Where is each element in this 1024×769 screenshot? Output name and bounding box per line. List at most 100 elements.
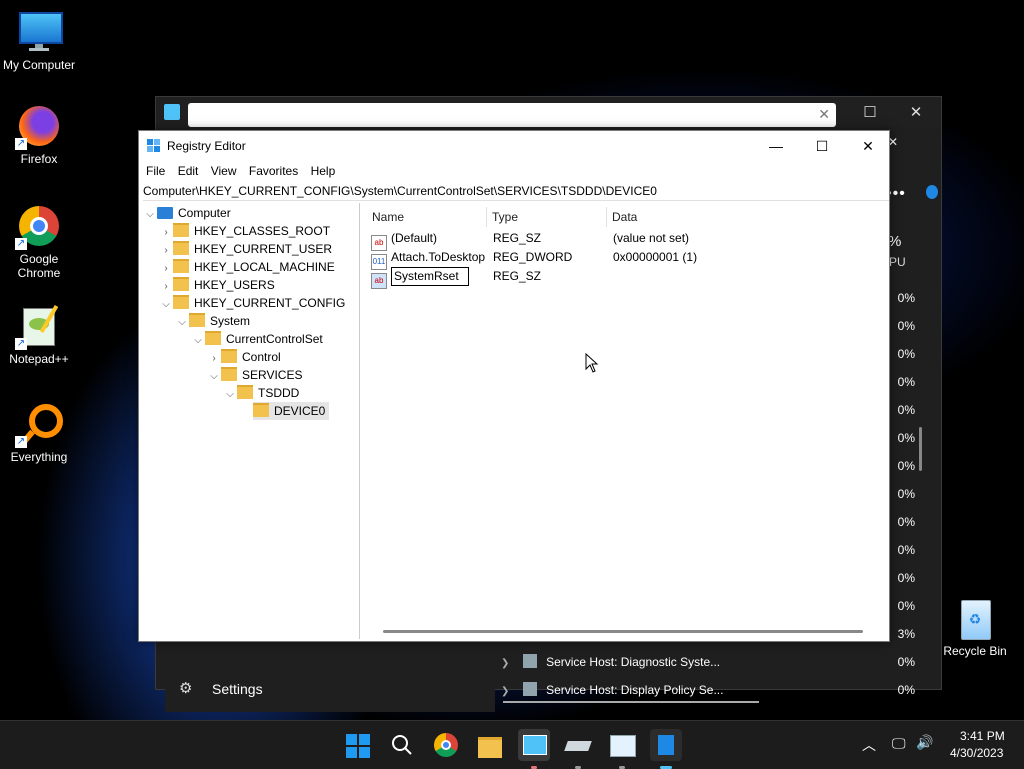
desktop-icon-everything[interactable]: ↗ Everything bbox=[0, 402, 78, 464]
desktop-icon-chrome[interactable]: ↗ Google Chrome bbox=[0, 204, 78, 280]
process-row[interactable]: ❯ Service Host: Diagnostic Syste... bbox=[501, 650, 801, 674]
performance-monitor-icon[interactable] bbox=[606, 729, 638, 769]
settings-nav-item[interactable]: ⚙ Settings bbox=[165, 672, 495, 712]
cpu-column-label: PU bbox=[889, 255, 906, 269]
file-explorer-icon[interactable] bbox=[474, 729, 506, 761]
process-row[interactable]: ❯ Service Host: Display Policy Se... bbox=[501, 678, 801, 702]
tree-node-hku[interactable]: › HKEY_USERS bbox=[159, 276, 275, 294]
gear-icon: ⚙ bbox=[179, 680, 193, 697]
chevron-down-icon[interactable]: ⌵ bbox=[175, 314, 189, 332]
chevron-down-icon[interactable]: ⌵ bbox=[207, 368, 221, 386]
search-input[interactable]: ✕ bbox=[188, 103, 836, 127]
desktop-icon-my-computer[interactable]: My Computer bbox=[0, 10, 78, 72]
desktop-icon-firefox[interactable]: ↗ Firefox bbox=[0, 104, 78, 166]
chevron-down-icon[interactable]: ⌵ bbox=[223, 386, 237, 404]
registry-editor-window[interactable]: Registry Editor — ☐ ✕ File Edit View Fav… bbox=[138, 130, 890, 642]
close-icon[interactable]: ✕ bbox=[818, 106, 830, 123]
menu-edit[interactable]: Edit bbox=[178, 161, 199, 181]
shortcut-arrow-icon: ↗ bbox=[15, 238, 27, 250]
registry-editor-taskbar-icon[interactable] bbox=[650, 729, 682, 769]
scrollbar[interactable] bbox=[919, 427, 922, 471]
menu-view[interactable]: View bbox=[211, 161, 237, 181]
folder-icon bbox=[173, 241, 189, 255]
cpu-cell: 0% bbox=[897, 655, 915, 669]
tree-node-services[interactable]: ⌵ SERVICES bbox=[207, 366, 302, 384]
taskbar: ︿ 🖵 🔊 3:41 PM 4/30/2023 bbox=[0, 720, 1024, 769]
desktop-icon-label: Notepad++ bbox=[9, 352, 69, 366]
shortcut-arrow-icon: ↗ bbox=[15, 338, 27, 350]
process-name: Service Host: Display Policy Se... bbox=[546, 683, 724, 697]
clock-time[interactable]: 3:41 PM bbox=[960, 729, 1005, 743]
drive-icon[interactable] bbox=[562, 729, 594, 769]
column-divider[interactable] bbox=[486, 207, 487, 227]
tree-node-currentcontrolset[interactable]: ⌵ CurrentControlSet bbox=[191, 330, 323, 348]
rename-input[interactable]: SystemRset bbox=[391, 267, 469, 286]
chrome-taskbar-icon[interactable] bbox=[430, 729, 462, 761]
horizontal-scrollbar[interactable] bbox=[383, 630, 863, 633]
address-bar[interactable]: Computer\HKEY_CURRENT_CONFIG\System\Curr… bbox=[143, 182, 889, 201]
gear-icon bbox=[522, 654, 537, 668]
close-button[interactable]: ✕ bbox=[845, 131, 891, 161]
chevron-right-icon[interactable]: ❯ bbox=[501, 658, 509, 669]
folder-icon bbox=[173, 223, 189, 237]
value-row[interactable]: 011 Attach.ToDesktop bbox=[371, 248, 485, 270]
tree-node-computer[interactable]: ⌵ Computer bbox=[143, 204, 230, 224]
value-row[interactable]: ab SystemRset bbox=[371, 267, 469, 289]
menu-file[interactable]: File bbox=[146, 161, 165, 181]
network-icon[interactable]: 🖵 bbox=[892, 735, 906, 752]
close-button[interactable]: ✕ bbox=[896, 101, 936, 125]
registry-editor-titlebar: Registry Editor — ☐ ✕ bbox=[139, 131, 889, 161]
menu-help[interactable]: Help bbox=[311, 161, 336, 181]
gear-icon bbox=[522, 682, 537, 696]
desktop-icon-label: Firefox bbox=[20, 152, 58, 166]
start-button[interactable] bbox=[342, 729, 374, 761]
menu-bar: File Edit View Favorites Help bbox=[139, 161, 889, 181]
help-icon[interactable] bbox=[926, 185, 938, 199]
horizontal-scrollbar[interactable] bbox=[503, 701, 759, 703]
desktop-icon-label: Google Chrome bbox=[17, 252, 61, 280]
column-divider[interactable] bbox=[606, 207, 607, 227]
tree-node-tsddd[interactable]: ⌵ TSDDD bbox=[223, 384, 299, 402]
chevron-right-icon[interactable]: ❯ bbox=[501, 686, 509, 697]
tree-node-device0[interactable]: DEVICE0 bbox=[253, 402, 330, 420]
notepadpp-icon: ↗ bbox=[15, 304, 61, 350]
desktop-icon-recycle-bin[interactable]: ♻ Recycle Bin bbox=[936, 596, 1014, 658]
tree-node-hkcc[interactable]: ⌵ HKEY_CURRENT_CONFIG bbox=[159, 294, 345, 312]
tree-node-control[interactable]: › Control bbox=[207, 348, 281, 366]
column-header-data[interactable]: Data bbox=[612, 207, 637, 227]
registry-tree[interactable]: ⌵ Computer › HKEY_CLASSES_ROOT › HKEY_CURRE… bbox=[139, 203, 360, 639]
chevron-down-icon[interactable]: ⌵ bbox=[159, 296, 173, 314]
menu-favorites[interactable]: Favorites bbox=[249, 161, 298, 181]
tree-node-hklm[interactable]: › HKEY_LOCAL_MACHINE bbox=[159, 258, 335, 276]
task-manager-icon bbox=[164, 104, 180, 120]
desktop-icon-notepadpp[interactable]: ↗ Notepad++ bbox=[0, 304, 78, 366]
shortcut-arrow-icon: ↗ bbox=[15, 138, 27, 150]
cpu-cell: 0% bbox=[897, 683, 915, 697]
chevron-down-icon[interactable]: ⌵ bbox=[143, 206, 157, 224]
value-data: 0x00000001 (1) bbox=[613, 250, 698, 264]
tree-node-hkcr[interactable]: › HKEY_CLASSES_ROOT bbox=[159, 222, 330, 240]
minimize-button[interactable]: — bbox=[753, 131, 799, 161]
tree-node-hkcu[interactable]: › HKEY_CURRENT_USER bbox=[159, 240, 332, 258]
value-row[interactable]: ab (Default) bbox=[371, 229, 437, 251]
close-icon[interactable]: ✕ bbox=[888, 135, 928, 155]
volume-icon[interactable]: 🔊 bbox=[916, 734, 933, 751]
task-manager-taskbar-icon[interactable] bbox=[518, 729, 550, 769]
task-manager-titlebar: ✕ ☐ ✕ bbox=[156, 97, 941, 127]
maximize-button[interactable]: ☐ bbox=[799, 131, 845, 161]
column-header-type[interactable]: Type bbox=[492, 207, 518, 227]
folder-icon bbox=[173, 259, 189, 273]
tree-node-system[interactable]: ⌵ System bbox=[175, 312, 250, 330]
values-list[interactable]: Name Type Data ab (Default) REG_SZ (value… bbox=[365, 203, 889, 639]
chevron-up-icon[interactable]: ︿ bbox=[862, 735, 876, 755]
search-icon[interactable] bbox=[386, 729, 418, 761]
maximize-button[interactable]: ☐ bbox=[850, 101, 890, 125]
clock-date[interactable]: 4/30/2023 bbox=[950, 746, 1003, 760]
monitor-icon bbox=[17, 10, 63, 54]
chevron-down-icon[interactable]: ⌵ bbox=[191, 332, 205, 350]
value-type: REG_SZ bbox=[493, 269, 542, 283]
column-header-name[interactable]: Name bbox=[372, 207, 404, 227]
value-type: REG_SZ bbox=[493, 231, 542, 245]
folder-icon bbox=[237, 385, 253, 399]
cpu-column-header[interactable]: % bbox=[888, 233, 901, 250]
